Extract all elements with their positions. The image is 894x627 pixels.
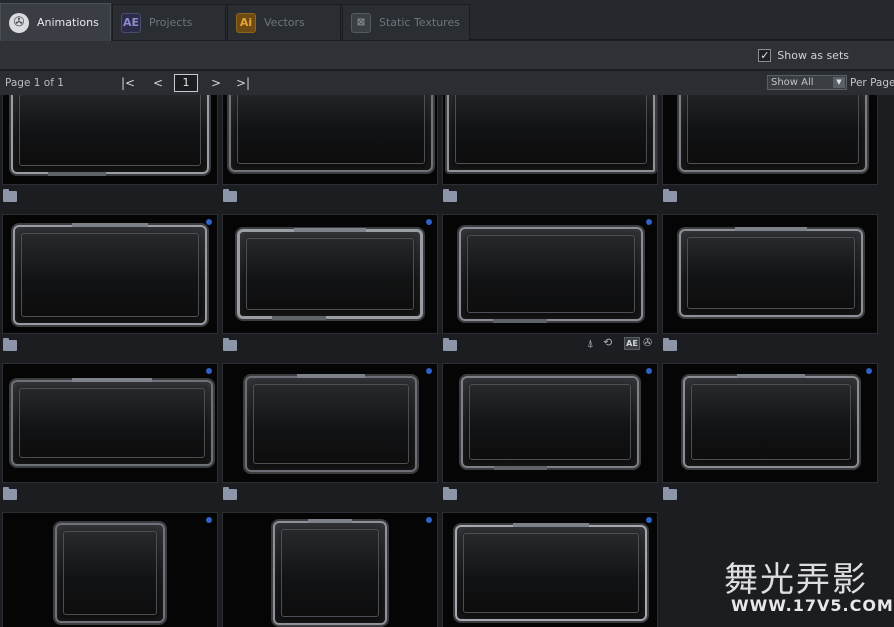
watermark-logo-text: 舞光弄影 xyxy=(724,560,868,600)
hud-frame-thumbnail xyxy=(455,523,647,621)
folder-icon[interactable] xyxy=(3,338,17,351)
thumbnail-item[interactable] xyxy=(442,95,658,185)
hud-frame-thumbnail xyxy=(11,95,209,176)
folder-icon[interactable] xyxy=(223,338,237,351)
show-as-sets-toggle[interactable]: ✓ Show as sets xyxy=(758,49,849,62)
next-page-button[interactable]: > xyxy=(211,76,221,90)
hud-frame-thumbnail xyxy=(679,227,863,317)
tab-label: Vectors xyxy=(264,16,305,29)
folder-icon[interactable] xyxy=(3,487,17,500)
page-number-input[interactable]: 1 xyxy=(174,74,198,92)
pin-icon[interactable]: ⍋ xyxy=(587,337,594,351)
thumbnail-item[interactable] xyxy=(2,363,218,483)
watermark-url: WWW.17V5.COM xyxy=(731,596,894,615)
illustrator-icon: Ai xyxy=(236,12,256,33)
show-count-select[interactable]: Show All ▼ xyxy=(767,75,847,90)
tab-label: Projects xyxy=(149,16,193,29)
folder-icon[interactable] xyxy=(663,487,677,500)
hud-frame-thumbnail xyxy=(237,228,423,320)
status-dot-icon xyxy=(646,219,652,225)
first-page-button[interactable]: |< xyxy=(121,76,135,90)
tab-bar: ✇ Animations AE Projects Ai Vectors ⊠ St… xyxy=(0,0,894,41)
prev-page-button[interactable]: < xyxy=(153,76,163,90)
thumbnail-item[interactable] xyxy=(222,512,438,627)
hud-frame-thumbnail xyxy=(55,523,165,623)
status-dot-icon xyxy=(866,368,872,374)
tab-animations[interactable]: ✇ Animations xyxy=(0,3,111,41)
status-dot-icon xyxy=(426,368,432,374)
folder-icon[interactable] xyxy=(3,189,17,202)
status-dot-icon xyxy=(426,517,432,523)
film-reel-icon[interactable]: ✇ xyxy=(643,336,652,349)
show-as-sets-label: Show as sets xyxy=(777,49,849,62)
tab-vectors[interactable]: Ai Vectors xyxy=(227,4,341,40)
folder-icon[interactable] xyxy=(663,338,677,351)
pagination-bar: Page 1 of 1 |< < 1 > >| Show All ▼ Per P… xyxy=(0,71,894,95)
thumbnail-item[interactable] xyxy=(662,95,878,185)
hud-frame-thumbnail xyxy=(683,374,859,468)
thumbnail-item[interactable] xyxy=(222,95,438,185)
last-page-button[interactable]: >| xyxy=(236,76,250,90)
tab-projects[interactable]: AE Projects xyxy=(112,4,226,40)
after-effects-icon: AE xyxy=(121,12,141,33)
checkbox-checked-icon[interactable]: ✓ xyxy=(758,49,772,62)
folder-icon[interactable] xyxy=(443,487,457,500)
tab-label: Static Textures xyxy=(379,16,460,29)
status-dot-icon xyxy=(206,368,212,374)
after-effects-icon[interactable]: AE xyxy=(624,337,640,350)
thumbnail-item[interactable] xyxy=(442,512,658,627)
folder-icon[interactable] xyxy=(443,189,457,202)
folder-icon[interactable] xyxy=(223,189,237,202)
thumbnail-item[interactable] xyxy=(2,512,218,627)
tab-label: Animations xyxy=(37,16,99,29)
thumbnail-item[interactable] xyxy=(442,363,658,483)
status-dot-icon xyxy=(646,368,652,374)
hud-frame-thumbnail xyxy=(459,227,643,323)
thumbnail-grid: ⍋ ⟲ AE ✇ xyxy=(0,95,894,627)
hud-frame-thumbnail xyxy=(13,223,207,325)
hud-frame-thumbnail xyxy=(245,374,417,472)
thumbnail-item[interactable] xyxy=(2,214,218,334)
hud-frame-thumbnail xyxy=(11,378,213,466)
status-dot-icon xyxy=(646,517,652,523)
hud-frame-thumbnail xyxy=(273,519,387,625)
folder-icon[interactable] xyxy=(663,189,677,202)
hud-frame-thumbnail xyxy=(447,95,655,172)
texture-icon: ⊠ xyxy=(351,12,371,33)
status-dot-icon xyxy=(206,219,212,225)
hud-frame-thumbnail xyxy=(461,376,639,470)
film-reel-icon: ✇ xyxy=(9,12,29,33)
thumbnail-item[interactable] xyxy=(222,214,438,334)
show-count-value: Show All xyxy=(771,77,814,88)
status-dot-icon xyxy=(206,517,212,523)
per-page-label: Per Page xyxy=(850,77,894,89)
thumbnail-item[interactable] xyxy=(442,214,658,334)
loop-icon[interactable]: ⟲ xyxy=(603,336,612,349)
hud-frame-thumbnail xyxy=(679,95,867,172)
chevron-down-icon: ▼ xyxy=(833,77,845,88)
thumbnail-item[interactable] xyxy=(2,95,218,185)
thumbnail-item[interactable] xyxy=(662,214,878,334)
folder-icon[interactable] xyxy=(443,338,457,351)
folder-icon[interactable] xyxy=(223,487,237,500)
hud-frame-thumbnail xyxy=(229,95,433,172)
options-toolbar: ✓ Show as sets xyxy=(0,41,894,70)
page-info: Page 1 of 1 xyxy=(5,77,64,89)
thumbnail-item[interactable] xyxy=(222,363,438,483)
tab-static-textures[interactable]: ⊠ Static Textures xyxy=(342,4,470,40)
status-dot-icon xyxy=(426,219,432,225)
thumbnail-item[interactable] xyxy=(662,363,878,483)
